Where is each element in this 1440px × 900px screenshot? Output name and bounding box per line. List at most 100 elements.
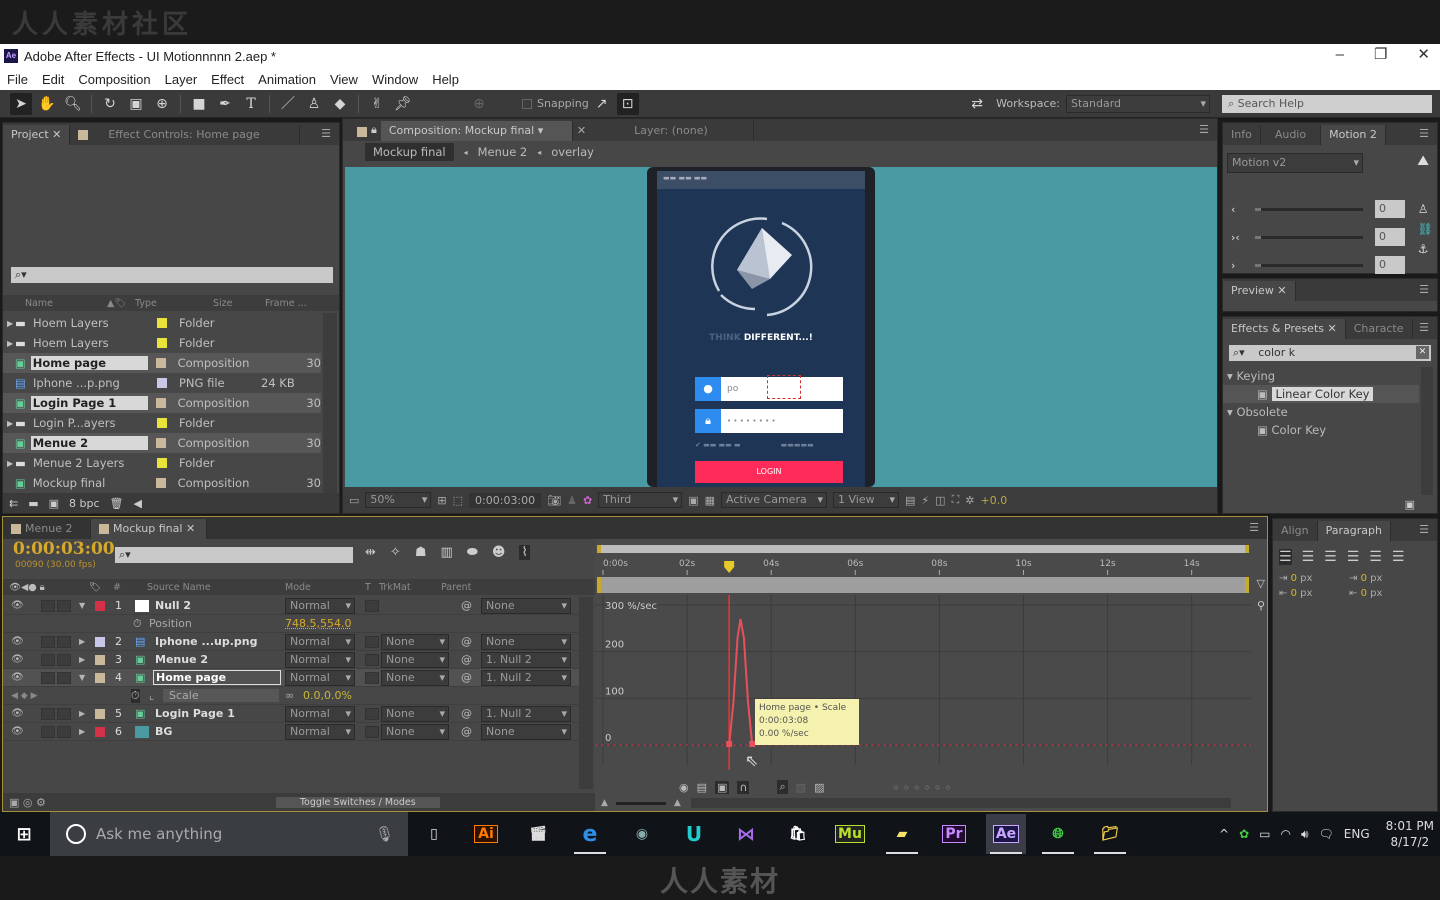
layer-row[interactable]: 👁︎▶6BGNormalNone@None <box>3 723 579 741</box>
region-of-interest-icon[interactable]: ▣ <box>688 494 698 507</box>
zoom-in-icon[interactable]: ▲ <box>674 798 681 808</box>
eraser-tool-icon[interactable]: ◆ <box>329 93 351 115</box>
launch-icon[interactable]: ♙ <box>1418 199 1433 219</box>
parent-dropdown[interactable]: 1. Null 2 <box>481 705 571 722</box>
illustrator-icon[interactable]: Ai <box>466 814 506 854</box>
timeline-search-input[interactable]: ⌕▾ <box>115 547 353 563</box>
volume-icon[interactable]: 🔊︎ <box>1301 827 1309 842</box>
sticky-notes-icon[interactable]: ▰ <box>882 814 922 854</box>
tray-app-icon[interactable]: ✿ <box>1239 827 1249 841</box>
tab-paragraph[interactable]: Paragraph <box>1317 521 1391 541</box>
layer-name-editing[interactable]: Home page <box>153 670 281 685</box>
panel-menu-icon[interactable]: ☰ <box>1419 127 1429 140</box>
trkmat-dropdown[interactable]: None <box>381 651 449 668</box>
tab-timeline-menue-2[interactable]: Menue 2 <box>3 519 91 539</box>
indent-right[interactable]: ⇤ 0 px <box>1279 588 1349 599</box>
menu-view[interactable]: View <box>323 72 365 87</box>
cinema4d-icon[interactable]: ◉ <box>622 814 662 854</box>
task-view-icon[interactable]: ▯ <box>414 814 454 854</box>
snap-option-icon[interactable]: ↗ <box>591 93 613 115</box>
draft-3d-icon[interactable]: ✧ <box>390 545 401 560</box>
new-composition-icon[interactable]: ▣ <box>49 497 59 510</box>
transparency-grid-icon[interactable]: ▦ <box>705 494 715 507</box>
label-color[interactable] <box>157 378 167 388</box>
category-obsolete[interactable]: ▾ Obsolete <box>1223 403 1419 421</box>
exposure-icon[interactable]: ✲ <box>965 494 974 507</box>
pickwhip-icon[interactable]: @ <box>461 599 472 612</box>
layer-row[interactable]: 👁︎▼1Null 2Normal@None <box>3 597 579 615</box>
tab-effects-presets[interactable]: Effects & Presets ✕ <box>1223 319 1346 339</box>
tab-motion-2[interactable]: Motion 2 <box>1321 125 1386 145</box>
rotate-tool-icon[interactable]: ↻ <box>99 93 121 115</box>
wifi-icon[interactable]: ◠ <box>1281 827 1291 841</box>
mode-dropdown[interactable]: Normal <box>285 597 355 614</box>
tab-composition[interactable]: Composition: Mockup final ▾ <box>380 121 573 141</box>
camera-view-dropdown[interactable]: Active Camera <box>721 492 828 508</box>
timeline-timecode[interactable]: 0:00:03:00 <box>13 539 115 559</box>
parent-dropdown[interactable]: 1. Null 2 <box>481 651 571 668</box>
menu-window[interactable]: Window <box>365 72 425 87</box>
rectangle-tool-icon[interactable]: ■ <box>188 93 210 115</box>
toggle-switches-modes-button[interactable]: Toggle Switches / Modes <box>275 796 440 808</box>
scale-value[interactable]: 0.0,0.0% <box>303 689 352 702</box>
breadcrumb-overlay[interactable]: overlay <box>551 145 594 159</box>
menu-composition[interactable]: Composition <box>71 72 157 87</box>
align-center-icon[interactable]: ☰ <box>1302 549 1315 565</box>
frame-blending-icon[interactable]: ▥ <box>440 545 452 560</box>
col-frame[interactable]: Frame ... <box>265 298 307 309</box>
col-name[interactable]: Name <box>3 298 107 309</box>
current-time-display[interactable]: 0:00:03:00 <box>469 492 542 508</box>
microphone-icon[interactable]: 🎙︎ <box>375 825 394 843</box>
project-item[interactable]: ▶ ▬ Hoem Layers Folder <box>3 333 321 353</box>
flowchart-icon[interactable]: ⛶ <box>952 493 960 507</box>
snapshot-icon[interactable]: 📷︎ <box>547 494 561 507</box>
brainstorm-icon[interactable]: ☻ <box>492 545 506 560</box>
anchor-icon[interactable]: ⚓︎ <box>1418 239 1433 259</box>
password-field[interactable]: 🔒︎ • • • • • • • • <box>695 409 843 433</box>
pickwhip-icon[interactable]: @ <box>461 653 472 666</box>
timeline-h-scrollbar[interactable] <box>690 798 1231 808</box>
menu-help[interactable]: Help <box>425 72 466 87</box>
graph-type-icon[interactable]: ▽ <box>1257 577 1265 590</box>
time-navigator[interactable] <box>597 577 1249 593</box>
project-search-input[interactable]: ⌕▾ <box>11 267 333 283</box>
panel-menu-icon[interactable]: ☰ <box>1199 123 1209 136</box>
label-color[interactable] <box>95 672 105 683</box>
constrain-proportions-icon[interactable]: ∞ <box>285 689 294 702</box>
brush-tool-icon[interactable]: ／ <box>277 93 299 115</box>
label-color[interactable] <box>95 726 105 737</box>
cortana-search[interactable]: Ask me anything 🎙︎ <box>50 812 408 856</box>
align-left-icon[interactable]: ☰ <box>1279 549 1292 565</box>
ease-both-slider[interactable] <box>1255 235 1363 239</box>
label-color[interactable] <box>157 338 167 348</box>
snap-icon[interactable]: ∩ <box>737 780 750 794</box>
panel-menu-icon[interactable]: ☰ <box>1419 523 1429 536</box>
interpret-footage-icon[interactable]: ⇇ <box>9 497 18 510</box>
project-item[interactable]: ▤ Iphone ...p.png PNG file 24 KB <box>3 373 321 393</box>
project-item[interactable]: ▣ Home page Composition 30 <box>3 353 321 373</box>
ease-out-slider[interactable] <box>1255 263 1363 267</box>
project-scrollbar[interactable] <box>323 313 337 493</box>
justify-all-icon[interactable]: ☰ <box>1392 549 1405 565</box>
view-layout-dropdown[interactable]: 1 View <box>833 492 900 508</box>
snap-target-icon[interactable]: ⊡ <box>616 92 639 115</box>
fit-all-icon[interactable]: ▧ <box>796 781 806 794</box>
motion-blur-icon[interactable]: ⬬ <box>467 545 478 560</box>
visibility-eye-icon[interactable]: 👁︎ <box>11 600 25 611</box>
ease-both-value[interactable]: 0 <box>1375 228 1405 246</box>
show-hidden-icons[interactable]: ^ <box>1219 827 1229 841</box>
col-trkmat[interactable]: TrkMat <box>379 582 441 593</box>
selection-tool-icon[interactable]: ➤ <box>10 92 32 115</box>
label-color[interactable] <box>155 478 166 488</box>
category-keying[interactable]: ▾ Keying <box>1223 367 1419 385</box>
parent-dropdown[interactable]: None <box>481 633 571 650</box>
zoom-out-icon[interactable]: ▲ <box>601 798 608 808</box>
premiere-icon[interactable]: Pr <box>934 814 974 854</box>
start-button[interactable]: ⊞ <box>4 814 44 854</box>
label-color[interactable] <box>157 458 167 468</box>
channel-icon[interactable]: ✿ <box>583 494 592 507</box>
minimize-button[interactable]: – <box>1336 44 1344 66</box>
mode-dropdown[interactable]: Normal <box>285 651 355 668</box>
type-tool-icon[interactable]: T <box>240 93 262 115</box>
space-after[interactable]: ⇤ 0 px <box>1349 588 1419 599</box>
